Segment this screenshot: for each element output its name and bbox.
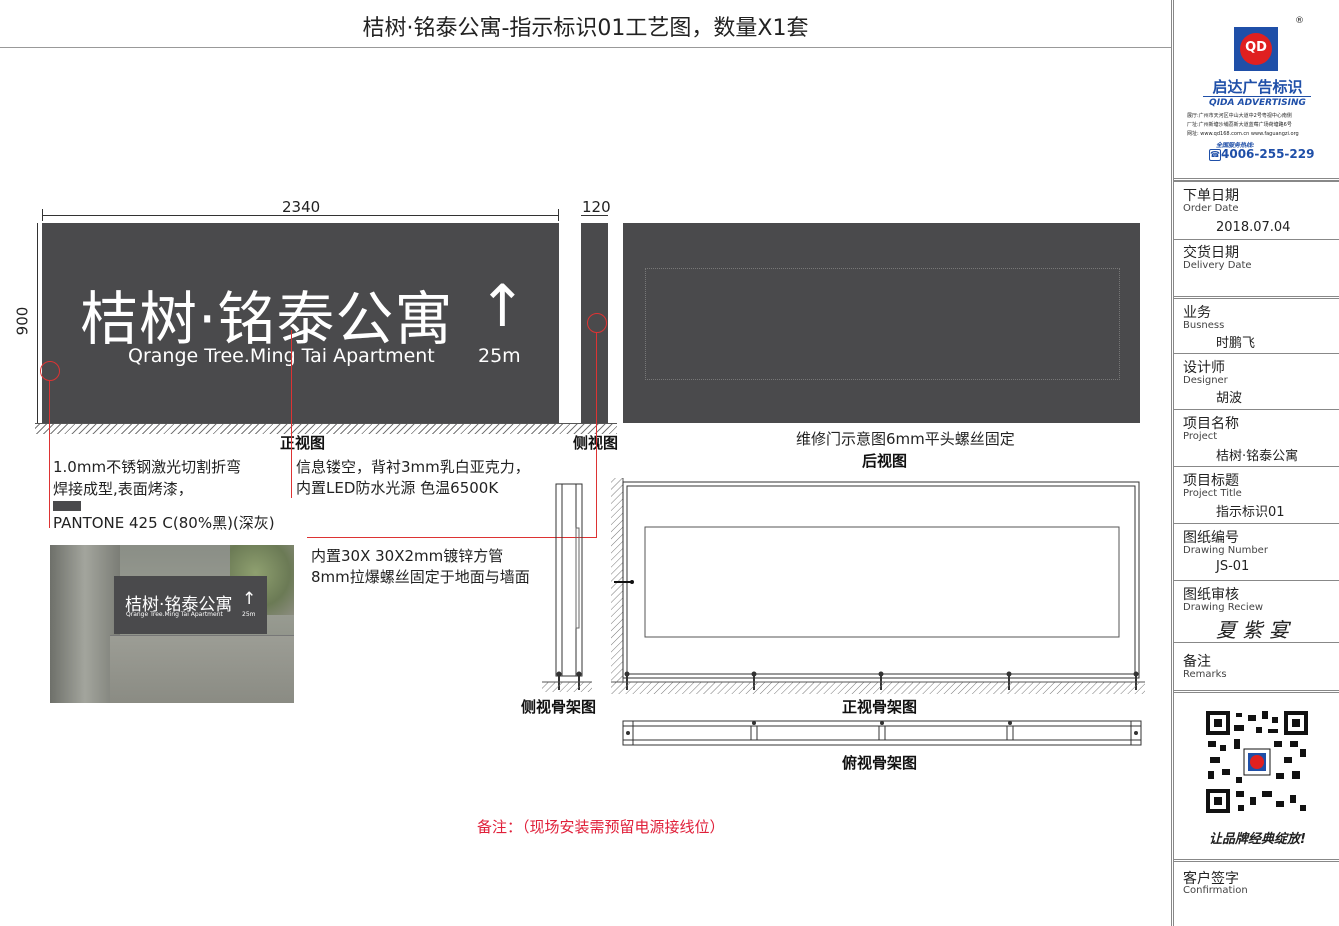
company-name-en: QIDA ADVERTISING [1209,98,1306,108]
info-label-en: Drawing Reciew [1183,602,1264,613]
front-view-label: 正视图 [280,434,326,452]
color-swatch [53,501,81,511]
company-hotline: 4006-255-229 [1221,147,1315,161]
info-designer: 设计师 Designer 胡波 [1174,354,1339,410]
front-frame-label: 正视骨架图 [842,698,918,716]
info-order-date: 下单日期 Order Date 2018.07.04 [1174,181,1339,240]
maintenance-door-outline [645,268,1120,380]
info-value: 指示标识01 [1216,505,1285,520]
company-name-cn: 启达广告标识 [1212,78,1303,96]
info-label-en: Designer [1183,375,1228,386]
company-address-1: 展厅:广州市天河区中山大道中2号粤视中心南侧 [1187,113,1292,119]
depth-dimension: 120 [582,198,611,216]
info-label-cn: 图纸编号 [1183,530,1239,546]
ground-hatch [35,423,617,434]
photo-sign-name-en: Qrange Tree.Ming Tai Apartment [126,611,223,618]
callout-marker [40,361,60,381]
info-project-title: 项目标题 Project Title 指示标识01 [1174,467,1339,524]
info-label-cn: 业务 [1183,305,1211,321]
confirmation-label-en: Confirmation [1183,885,1248,896]
info-drawing-number: 图纸编号 Drawing Number JS-01 [1174,524,1339,581]
qr-code [1206,711,1308,813]
side-frame-label: 侧视骨架图 [521,698,597,716]
led-note-2: 内置LED防水光源 色温6500K [296,479,499,497]
info-remarks: 备注 Remarks [1174,643,1339,693]
qr-section: 让品牌经典绽放! [1174,693,1339,862]
title-block-sidebar: ® QD 启达广告标识 QIDA ADVERTISING 展厅:广州市天河区中山… [1171,0,1339,926]
back-view-label: 后视图 [862,452,908,470]
sign-distance: 25m [478,345,521,367]
info-label-cn: 项目名称 [1183,416,1239,432]
info-value: 时鹏飞 [1216,336,1256,351]
info-label-en: Delivery Date [1183,260,1252,271]
callout-leader [49,380,50,528]
company-name-divider [1203,96,1311,97]
info-value: 桔树·铭泰公寓 [1216,449,1299,464]
company-slogan: 让品牌经典绽放! [1209,832,1306,847]
pipe-note-1: 内置30X 30X2mm镀锌方管 [311,547,504,565]
front-frame-drawing [611,478,1145,694]
arrow-up-icon: ↑ [478,272,528,340]
photo-base [110,635,294,703]
photo-arrow-icon: ↑ [242,589,257,609]
led-note-1: 信息镂空，背衬3mm乳白亚克力， [296,458,530,476]
company-logo: QD [1234,27,1278,71]
top-frame-label: 俯视骨架图 [842,754,918,772]
info-delivery-date: 交货日期 Delivery Date [1174,239,1339,299]
sign-name-cn: 桔树·铭泰公寓 [80,285,454,353]
callout-marker [587,313,607,333]
info-value: 胡波 [1216,391,1243,406]
callout-leader [291,330,292,498]
company-website: 网址: www.qd168.com.cn www.faguangzi.org [1187,131,1299,137]
info-label-en: Remarks [1183,669,1227,680]
info-label-cn: 下单日期 [1183,188,1239,204]
side-frame-drawing [542,483,592,692]
info-label-cn: 图纸审核 [1183,587,1239,603]
info-value: 2018.07.04 [1216,220,1291,235]
info-label-cn: 备注 [1183,654,1211,670]
dim-tick [42,209,43,221]
site-photo: 桔树·铭泰公寓 ↑ Qrange Tree.Ming Tai Apartment… [50,545,294,703]
dim-tick [558,209,559,221]
sign-name-en: Qrange Tree.Ming Tai Apartment [128,345,435,367]
info-label-en: Order Date [1183,203,1239,214]
width-dimension: 2340 [282,198,321,216]
pipe-note-2: 8mm拉爆螺丝固定于地面与墙面 [311,568,530,586]
info-label-en: Busness [1183,320,1225,331]
info-project: 项目名称 Project 桔树·铭泰公寓 [1174,410,1339,467]
info-label-en: Project [1183,431,1218,442]
info-label-en: Project Title [1183,488,1242,499]
height-dimension-line [37,223,38,423]
page-title: 桔树·铭泰公寓-指示标识01工艺图，数量X1套 [362,16,809,41]
material-note-1: 1.0mm不锈钢激光切割折弯 [53,458,242,476]
company-header: ® QD 启达广告标识 QIDA ADVERTISING 展厅:广州市天河区中山… [1174,0,1339,181]
info-label-cn: 项目标题 [1183,473,1239,489]
top-frame-drawing [622,720,1142,746]
info-value: JS-01 [1216,559,1250,574]
back-view-note: 维修门示意图6mm平头螺丝固定 [796,430,1015,448]
info-label-cn: 交货日期 [1183,245,1239,261]
info-label-cn: 设计师 [1183,360,1225,376]
info-business: 业务 Busness 时鹏飞 [1174,299,1339,354]
info-drawing-review: 图纸审核 Drawing Reciew 夏 紫 宴 [1174,581,1339,643]
logo-letters: QD [1245,40,1267,55]
phone-icon: ☎ [1209,149,1221,161]
company-address-2: 厂址:广州新塘沙埔荔新大道蓝莓广场荷塘路6号 [1187,122,1292,128]
reviewer-signature: 夏 紫 宴 [1216,618,1289,642]
material-note-2: 焊接成型,表面烤漆， [53,480,193,498]
pantone-note: PANTONE 425 C(80%黑)(深灰) [53,514,275,532]
remark-note: 备注：（现场安装需预留电源接线位） [477,818,725,836]
confirmation-cell: 客户签字 Confirmation [1174,862,1339,926]
photo-sign-distance: 25m [242,611,256,618]
info-label-en: Drawing Number [1183,545,1268,556]
height-dimension: 900 [13,306,32,336]
registered-mark: ® [1295,16,1304,26]
